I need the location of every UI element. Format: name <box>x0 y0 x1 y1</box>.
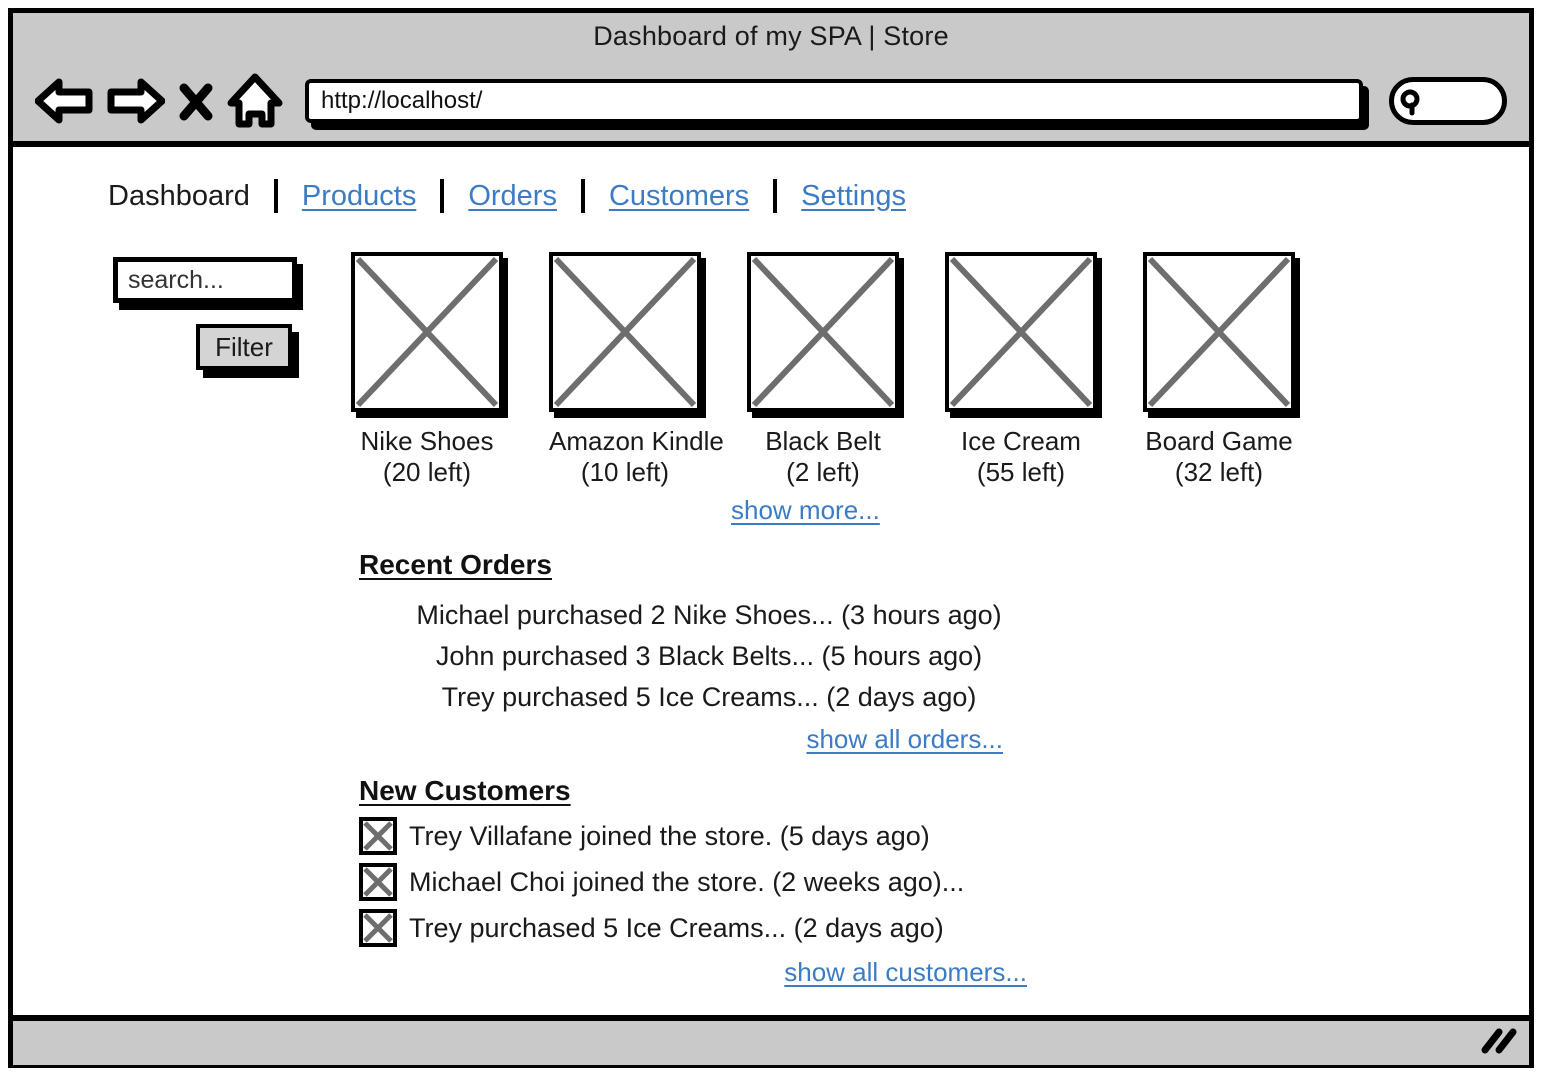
avatar-placeholder-icon <box>359 909 397 947</box>
product-stock-count: (20 left) <box>382 457 472 488</box>
magnifier-icon <box>1399 88 1425 121</box>
browser-search-box[interactable] <box>1389 77 1507 125</box>
customer-row[interactable]: Trey purchased 5 Ice Creams... (2 days a… <box>359 909 1059 947</box>
chrome-toolbar: http://localhost/ <box>13 61 1529 141</box>
avatar-placeholder-icon <box>359 817 397 855</box>
nav-separator <box>440 179 445 213</box>
order-row[interactable]: Michael purchased 2 Nike Shoes... (3 hou… <box>359 595 1059 636</box>
address-bar[interactable]: http://localhost/ <box>305 79 1369 130</box>
product-thumb-wrap <box>945 252 1102 418</box>
product-thumb-wrap <box>351 252 508 418</box>
customer-row[interactable]: Michael Choi joined the store. (2 weeks … <box>359 863 1059 901</box>
product-card[interactable]: Board Game (32 left) <box>1143 252 1300 488</box>
image-placeholder-icon <box>351 252 503 412</box>
product-thumb-wrap <box>747 252 904 418</box>
nav-separator <box>580 179 585 213</box>
browser-chrome: Dashboard of my SPA | Store http://local… <box>13 13 1529 147</box>
search-input[interactable] <box>118 264 292 296</box>
nav-item-dashboard[interactable]: Dashboard <box>108 180 250 213</box>
image-placeholder-icon <box>747 252 899 412</box>
product-thumb-wrap <box>549 252 706 418</box>
avatar-placeholder-icon <box>359 863 397 901</box>
page-viewport: Dashboard Products Orders Customers Sett… <box>13 147 1529 1015</box>
recent-orders-heading: Recent Orders <box>359 549 552 580</box>
filter-button-wrap: Filter <box>196 324 299 378</box>
product-name: Ice Cream <box>961 426 1081 456</box>
filter-button[interactable]: Filter <box>196 324 292 370</box>
product-card[interactable]: Nike Shoes (20 left) <box>351 252 508 488</box>
nav-link-customers[interactable]: Customers <box>609 180 749 213</box>
customer-row[interactable]: Trey Villafane joined the store. (5 days… <box>359 817 1059 855</box>
product-stock-count: (10 left) <box>580 457 670 488</box>
show-more-link[interactable]: show more... <box>731 495 880 526</box>
recent-orders-section: Recent Orders Michael purchased 2 Nike S… <box>359 549 1059 755</box>
product-card[interactable]: Ice Cream (55 left) <box>945 252 1102 488</box>
back-arrow-icon[interactable] <box>35 75 93 127</box>
product-name: Amazon Kindle <box>549 426 724 456</box>
order-row[interactable]: John purchased 3 Black Belts... (5 hours… <box>359 636 1059 677</box>
new-customers-section: New Customers Trey Villafane joined the … <box>359 775 1059 988</box>
image-placeholder-icon <box>945 252 1097 412</box>
show-all-orders-link[interactable]: show all orders... <box>806 724 1003 754</box>
recent-orders-list: Michael purchased 2 Nike Shoes... (3 hou… <box>359 595 1059 718</box>
main-navigation: Dashboard Products Orders Customers Sett… <box>108 179 906 213</box>
screen-root: Dashboard of my SPA | Store http://local… <box>0 0 1548 1082</box>
nav-link-products[interactable]: Products <box>302 180 416 213</box>
product-stock-count: (32 left) <box>1174 457 1264 488</box>
image-placeholder-icon <box>1143 252 1295 412</box>
nav-separator <box>773 179 778 213</box>
product-grid: Nike Shoes (20 left) Amazon Kindle (10 l… <box>351 252 1300 488</box>
browser-nav-icons <box>35 72 283 130</box>
nav-link-orders[interactable]: Orders <box>468 180 557 213</box>
show-all-customers-wrap: show all customers... <box>359 957 1059 988</box>
product-name: Nike Shoes <box>360 426 494 456</box>
status-bar <box>13 1015 1529 1065</box>
product-card[interactable]: Amazon Kindle (10 left) <box>549 252 724 488</box>
product-name: Board Game <box>1145 426 1293 456</box>
customer-text: Trey purchased 5 Ice Creams... (2 days a… <box>409 912 944 943</box>
forward-arrow-icon[interactable] <box>107 75 165 127</box>
address-bar-field[interactable]: http://localhost/ <box>305 79 1363 123</box>
browser-window: Dashboard of my SPA | Store http://local… <box>8 8 1534 1068</box>
product-stock-count: (55 left) <box>976 457 1066 488</box>
nav-separator <box>273 179 278 213</box>
customer-text: Michael Choi joined the store. (2 weeks … <box>409 866 965 897</box>
product-name: Black Belt <box>765 426 881 456</box>
image-placeholder-icon <box>549 252 701 412</box>
order-row[interactable]: Trey purchased 5 Ice Creams... (2 days a… <box>359 677 1059 718</box>
search-field-wrap <box>113 257 303 310</box>
new-customers-heading: New Customers <box>359 775 571 806</box>
home-icon[interactable] <box>227 72 283 130</box>
close-x-icon[interactable] <box>179 75 213 127</box>
new-customers-list: Trey Villafane joined the store. (5 days… <box>359 817 1059 947</box>
nav-link-settings[interactable]: Settings <box>801 180 906 213</box>
product-thumb-wrap <box>1143 252 1300 418</box>
product-card[interactable]: Black Belt (2 left) <box>747 252 904 488</box>
address-bar-url: http://localhost/ <box>321 87 483 114</box>
show-all-orders-wrap: show all orders... <box>359 724 1059 755</box>
window-title: Dashboard of my SPA | Store <box>593 21 949 51</box>
customer-text: Trey Villafane joined the store. (5 days… <box>409 820 930 851</box>
resize-grip-icon[interactable] <box>1479 1024 1519 1061</box>
show-all-customers-link[interactable]: show all customers... <box>784 957 1027 987</box>
search-field-box[interactable] <box>113 257 297 303</box>
product-stock-count: (2 left) <box>786 457 860 488</box>
